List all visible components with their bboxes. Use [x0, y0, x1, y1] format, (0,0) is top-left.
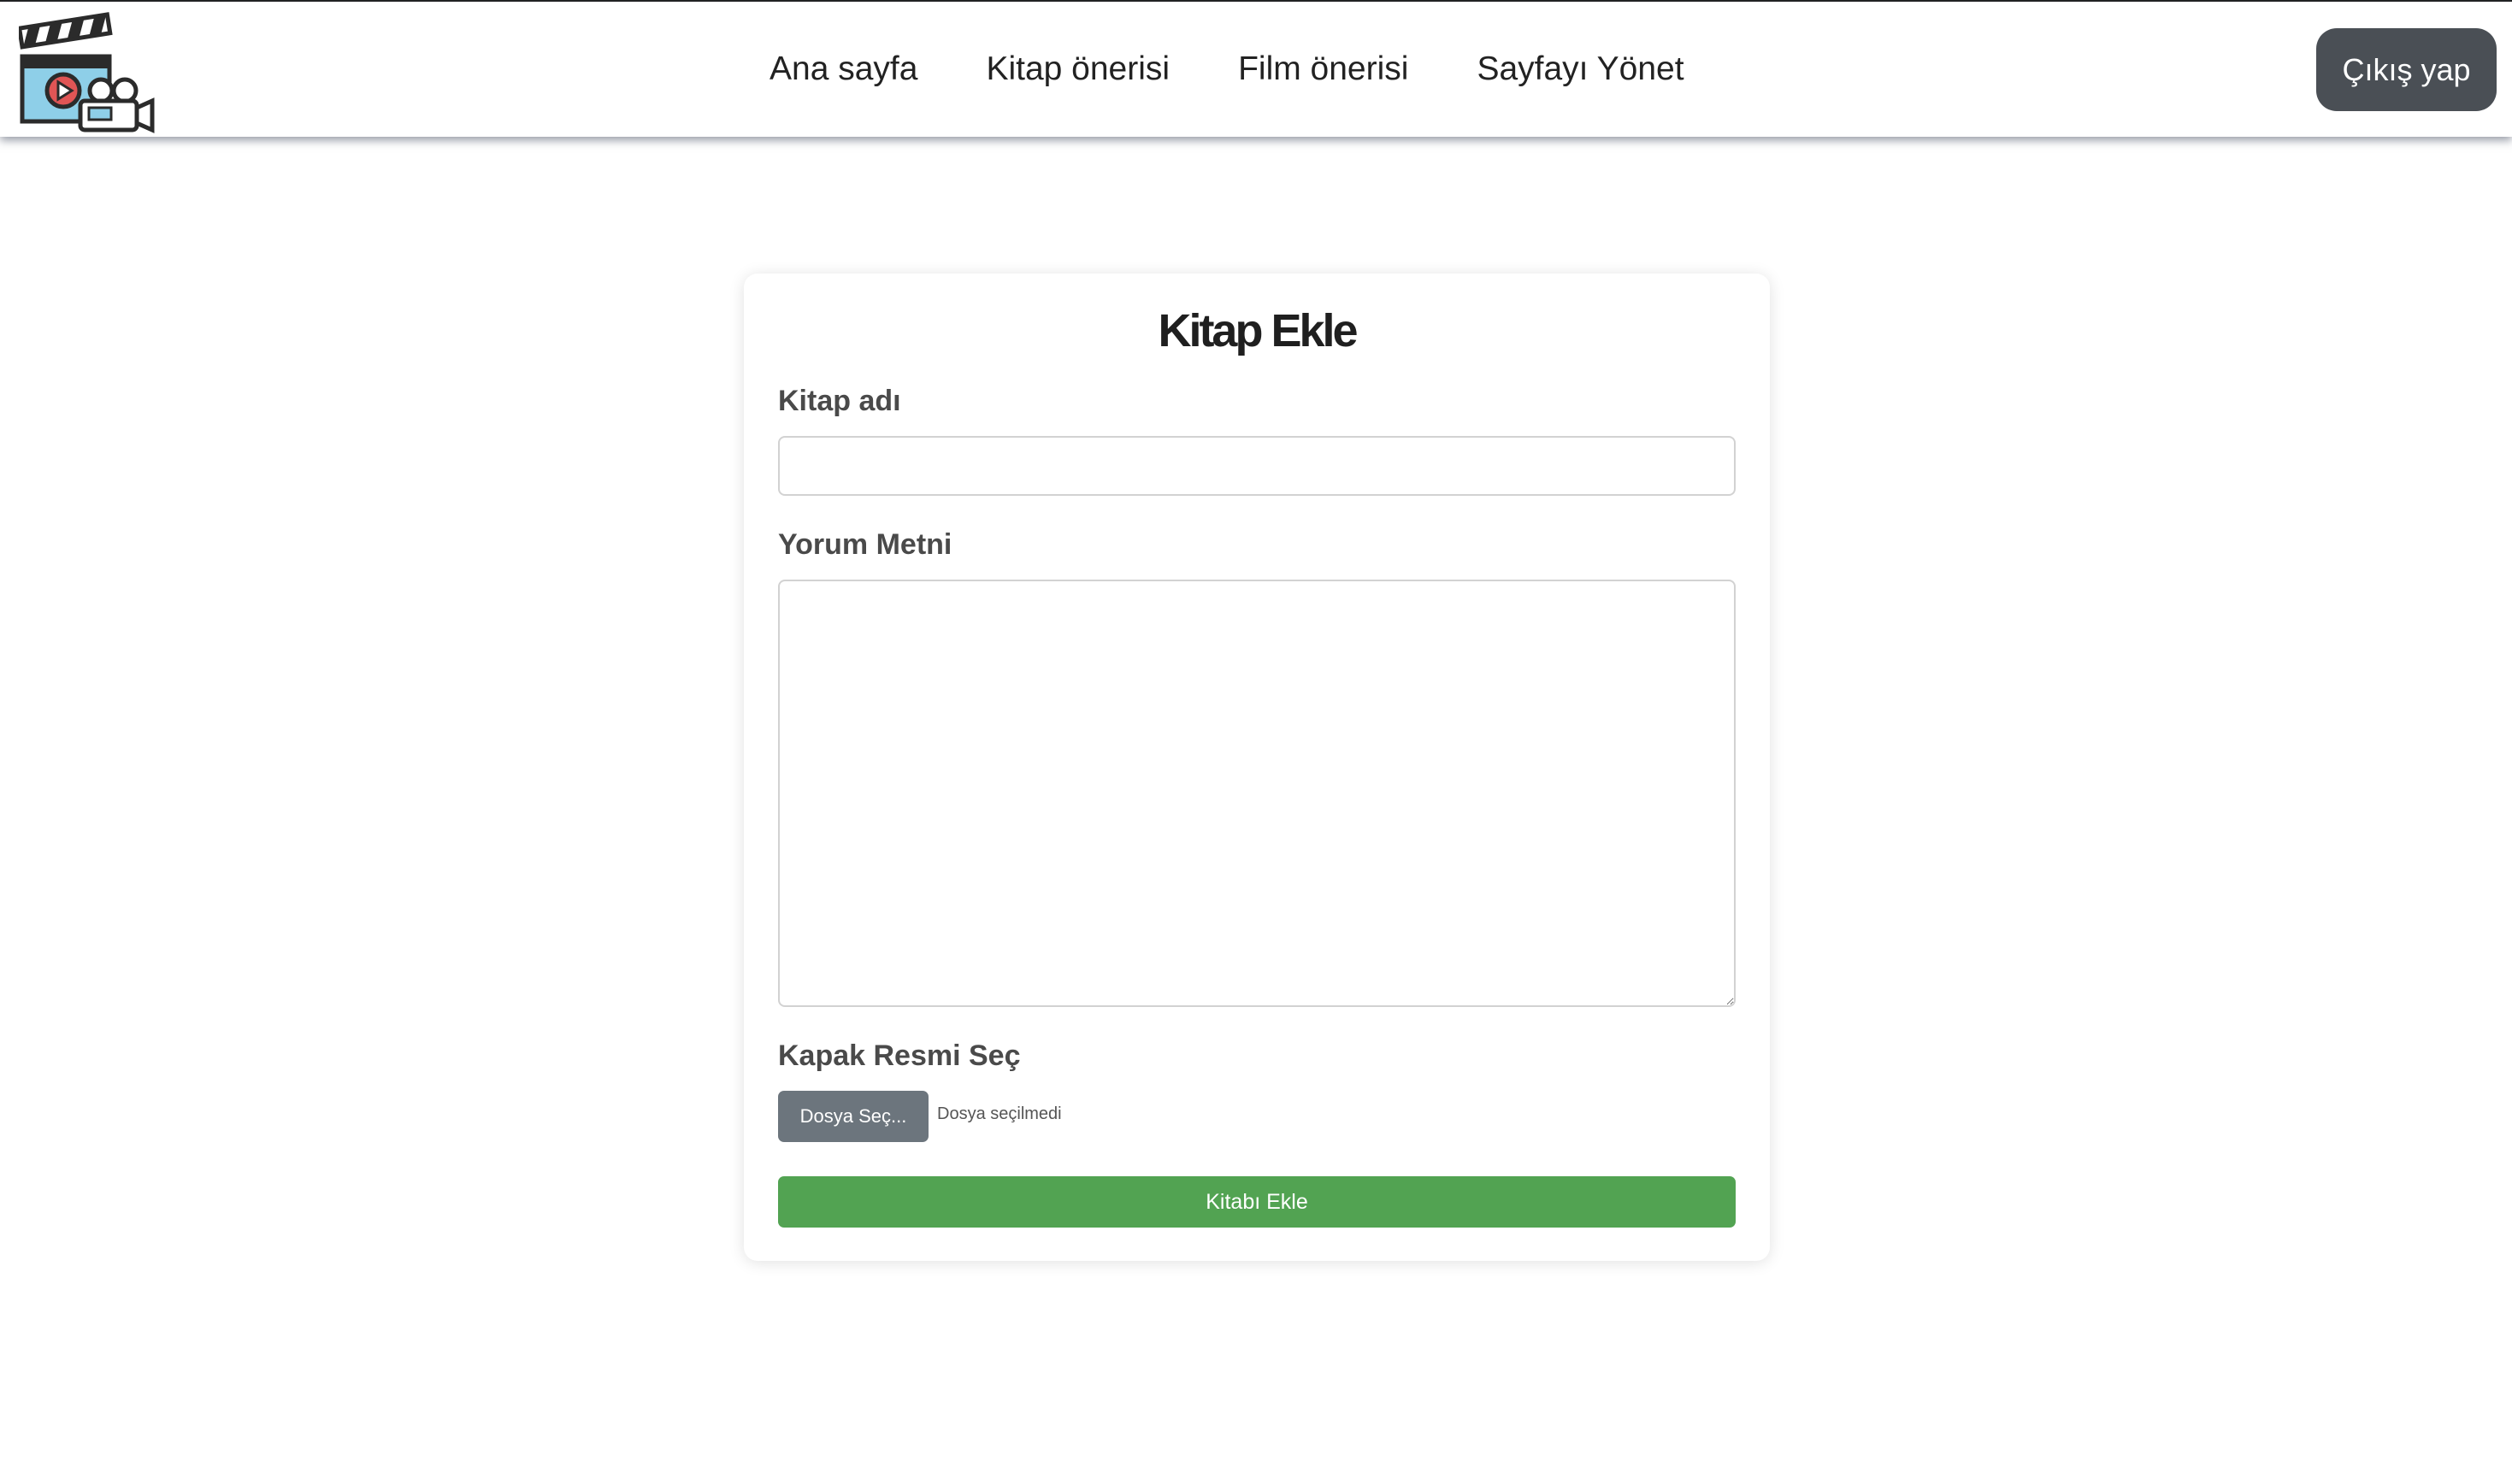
nav-link-home[interactable]: Ana sayfa [770, 50, 917, 88]
book-name-input[interactable] [778, 436, 1736, 496]
choose-file-button[interactable]: Dosya Seç... [778, 1091, 929, 1142]
main-nav: Ana sayfa Kitap önerisi Film önerisi Say… [770, 2, 1684, 137]
nav-link-book-suggestion[interactable]: Kitap önerisi [986, 50, 1170, 88]
review-textarea[interactable] [778, 580, 1736, 1007]
add-book-submit-button[interactable]: Kitabı Ekle [778, 1176, 1736, 1228]
book-name-label: Kitap adı [778, 385, 901, 417]
logout-button[interactable]: Çıkış yap [2316, 28, 2497, 111]
nav-link-film-suggestion[interactable]: Film önerisi [1238, 50, 1408, 88]
form-title: Kitap Ekle [1158, 305, 1358, 356]
film-camera-logo-icon[interactable] [16, 12, 156, 133]
navbar: Ana sayfa Kitap önerisi Film önerisi Say… [0, 2, 2512, 137]
file-status-text: Dosya seçilmedi [937, 1104, 1062, 1123]
cover-image-label: Kapak Resmi Seç [778, 1039, 1021, 1072]
add-book-form-card: Kitap Ekle Kitap adı Yorum Metni Kapak R… [744, 274, 1770, 1261]
nav-link-manage-page[interactable]: Sayfayı Yönet [1477, 50, 1684, 88]
review-text-label: Yorum Metni [778, 528, 952, 561]
